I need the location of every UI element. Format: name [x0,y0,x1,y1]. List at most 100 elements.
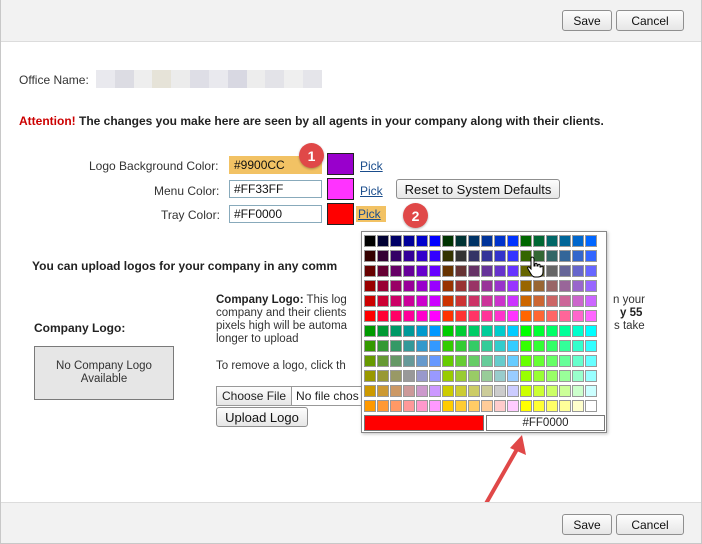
palette-color-cell[interactable] [403,280,415,292]
palette-color-cell[interactable] [416,340,428,352]
palette-color-cell[interactable] [455,340,467,352]
palette-color-cell[interactable] [533,235,545,247]
palette-color-cell[interactable] [390,295,402,307]
palette-color-cell[interactable] [520,280,532,292]
palette-color-cell[interactable] [377,355,389,367]
palette-color-cell[interactable] [377,250,389,262]
palette-color-cell[interactable] [494,385,506,397]
palette-color-cell[interactable] [481,370,493,382]
palette-color-cell[interactable] [364,295,376,307]
palette-color-cell[interactable] [507,355,519,367]
palette-color-cell[interactable] [442,385,454,397]
palette-color-cell[interactable] [377,295,389,307]
palette-color-cell[interactable] [520,355,532,367]
palette-color-cell[interactable] [572,340,584,352]
palette-color-cell[interactable] [533,265,545,277]
palette-color-cell[interactable] [585,400,597,412]
palette-color-cell[interactable] [520,265,532,277]
palette-color-cell[interactable] [533,310,545,322]
palette-color-cell[interactable] [520,310,532,322]
palette-color-cell[interactable] [520,250,532,262]
palette-color-cell[interactable] [416,250,428,262]
palette-color-cell[interactable] [559,235,571,247]
palette-color-cell[interactable] [481,295,493,307]
cancel-button-bottom[interactable]: Cancel [616,514,684,535]
palette-color-cell[interactable] [507,310,519,322]
palette-color-cell[interactable] [507,265,519,277]
palette-color-cell[interactable] [364,235,376,247]
palette-color-cell[interactable] [494,340,506,352]
palette-color-cell[interactable] [546,355,558,367]
palette-color-cell[interactable] [546,265,558,277]
palette-color-cell[interactable] [559,340,571,352]
palette-color-cell[interactable] [507,385,519,397]
palette-color-cell[interactable] [390,280,402,292]
palette-color-cell[interactable] [403,265,415,277]
palette-color-cell[interactable] [546,400,558,412]
palette-color-cell[interactable] [364,325,376,337]
palette-color-cell[interactable] [468,370,480,382]
palette-color-cell[interactable] [442,400,454,412]
palette-color-cell[interactable] [494,280,506,292]
palette-color-cell[interactable] [416,385,428,397]
palette-color-cell[interactable] [377,400,389,412]
palette-color-cell[interactable] [468,400,480,412]
palette-color-cell[interactable] [468,265,480,277]
palette-color-cell[interactable] [455,295,467,307]
palette-color-cell[interactable] [390,370,402,382]
palette-color-cell[interactable] [442,235,454,247]
palette-color-cell[interactable] [403,310,415,322]
upload-logo-button[interactable]: Upload Logo [216,407,308,427]
palette-color-cell[interactable] [468,385,480,397]
palette-color-cell[interactable] [585,280,597,292]
palette-color-cell[interactable] [442,325,454,337]
palette-color-cell[interactable] [572,235,584,247]
palette-color-cell[interactable] [481,250,493,262]
palette-color-cell[interactable] [403,340,415,352]
palette-color-cell[interactable] [377,325,389,337]
palette-color-cell[interactable] [533,340,545,352]
palette-color-cell[interactable] [559,385,571,397]
palette-color-cell[interactable] [416,235,428,247]
palette-color-cell[interactable] [507,370,519,382]
palette-color-cell[interactable] [468,250,480,262]
palette-color-cell[interactable] [572,400,584,412]
palette-color-cell[interactable] [585,355,597,367]
palette-color-cell[interactable] [559,265,571,277]
palette-color-cell[interactable] [403,385,415,397]
palette-color-cell[interactable] [494,325,506,337]
palette-color-cell[interactable] [416,325,428,337]
palette-color-cell[interactable] [390,325,402,337]
palette-color-cell[interactable] [442,250,454,262]
palette-color-cell[interactable] [403,295,415,307]
palette-color-cell[interactable] [455,310,467,322]
palette-color-cell[interactable] [520,235,532,247]
palette-color-cell[interactable] [468,280,480,292]
palette-color-cell[interactable] [403,370,415,382]
palette-color-cell[interactable] [429,295,441,307]
palette-color-cell[interactable] [559,250,571,262]
palette-color-cell[interactable] [442,370,454,382]
palette-color-cell[interactable] [442,355,454,367]
palette-color-cell[interactable] [390,250,402,262]
palette-color-cell[interactable] [390,310,402,322]
palette-color-cell[interactable] [377,235,389,247]
palette-color-cell[interactable] [481,325,493,337]
palette-color-cell[interactable] [416,280,428,292]
palette-color-cell[interactable] [377,280,389,292]
choose-file-button[interactable]: Choose File [217,387,293,405]
logo-file-input[interactable]: Choose File No file chos [216,386,376,406]
palette-color-cell[interactable] [429,355,441,367]
save-button-top[interactable]: Save [562,10,612,31]
palette-color-cell[interactable] [403,355,415,367]
palette-color-cell[interactable] [494,250,506,262]
palette-color-cell[interactable] [585,370,597,382]
palette-color-cell[interactable] [533,385,545,397]
palette-color-cell[interactable] [481,310,493,322]
palette-color-cell[interactable] [481,385,493,397]
palette-color-cell[interactable] [585,385,597,397]
palette-color-cell[interactable] [364,250,376,262]
palette-color-cell[interactable] [533,325,545,337]
palette-color-cell[interactable] [546,280,558,292]
palette-color-cell[interactable] [455,235,467,247]
